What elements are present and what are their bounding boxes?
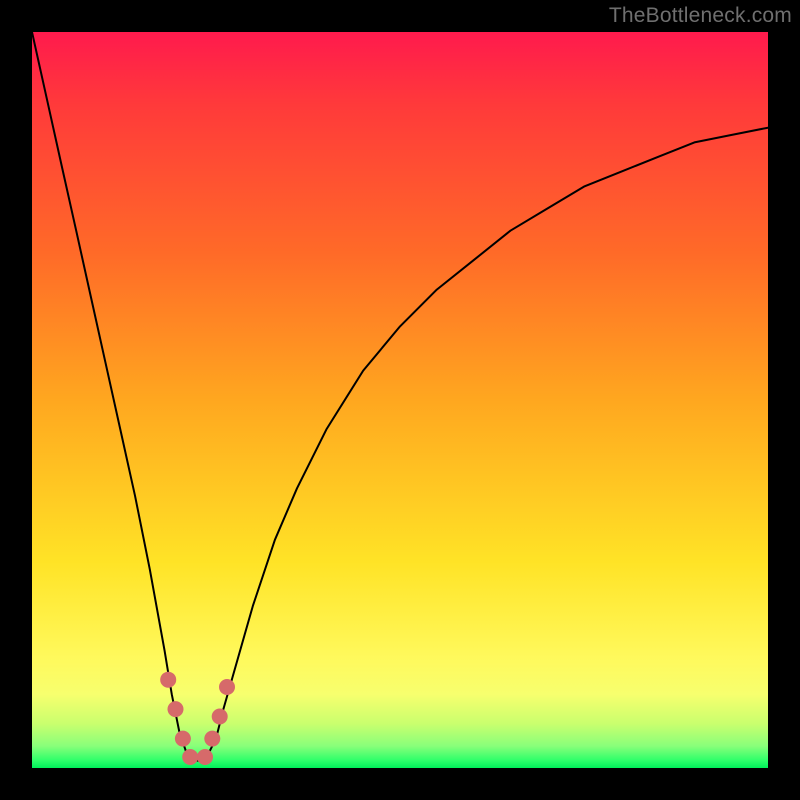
bottleneck-curve	[32, 32, 768, 761]
chart-frame: TheBottleneck.com	[0, 0, 800, 800]
curve-marker	[175, 731, 191, 747]
curve-marker	[182, 749, 198, 765]
watermark-text: TheBottleneck.com	[609, 4, 792, 28]
chart-svg	[32, 32, 768, 768]
curve-marker	[204, 731, 220, 747]
plot-area	[32, 32, 768, 768]
curve-marker	[168, 701, 184, 717]
curve-marker	[219, 679, 235, 695]
curve-marker	[197, 749, 213, 765]
curve-highlight-markers	[160, 672, 235, 765]
curve-marker	[160, 672, 176, 688]
curve-marker	[212, 709, 228, 725]
